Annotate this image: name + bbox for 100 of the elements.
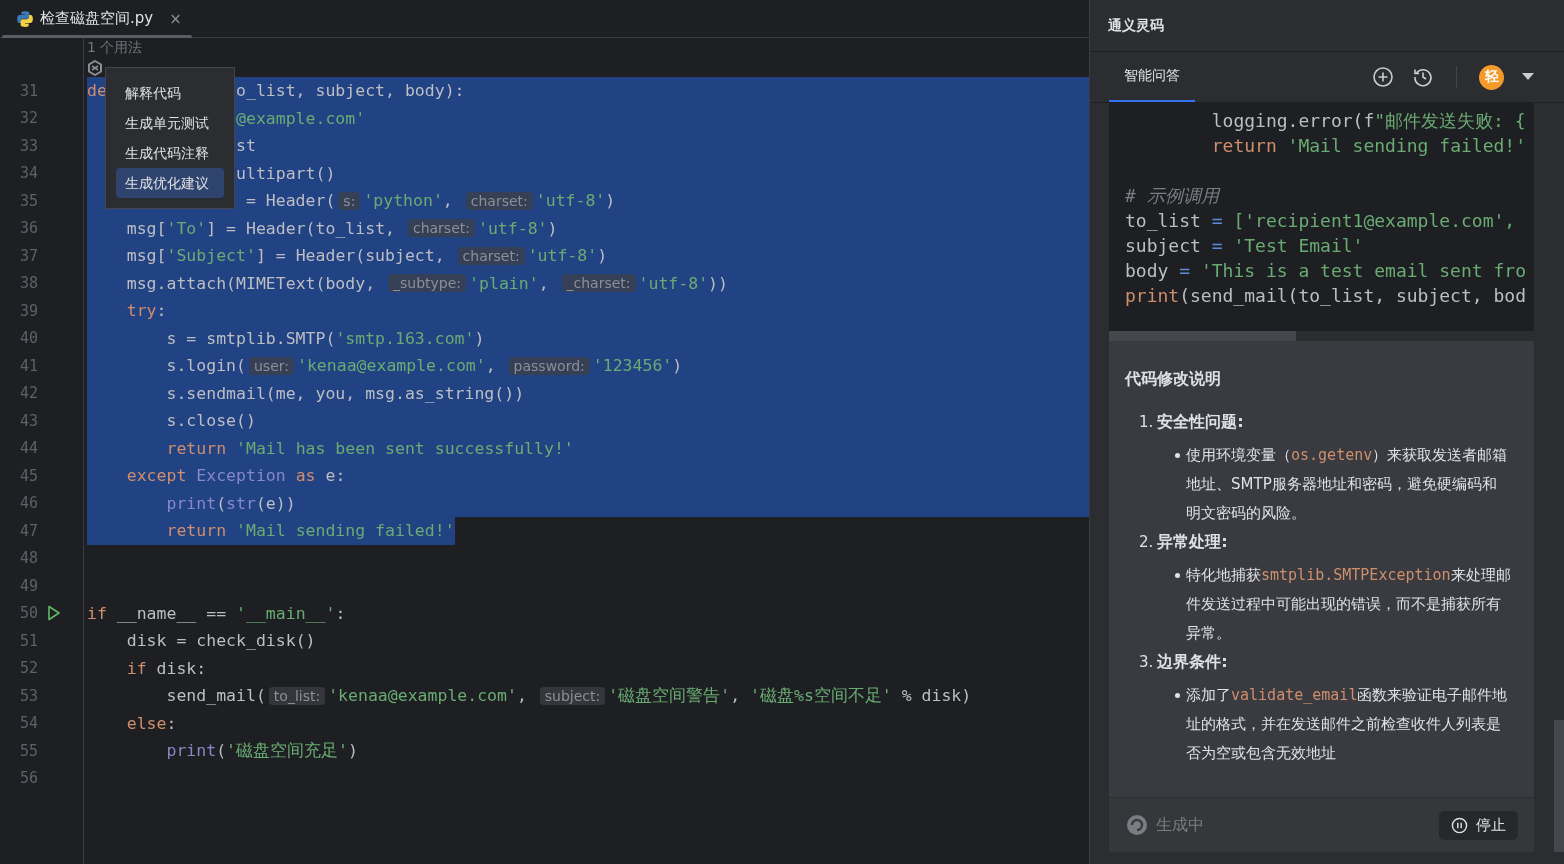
code-text: to_list xyxy=(1125,210,1202,231)
file-tab[interactable]: 检查磁盘空间.py × xyxy=(0,0,192,37)
line-number: 53 xyxy=(18,686,38,705)
line-number: 38 xyxy=(18,274,38,293)
line-number: 44 xyxy=(18,439,38,458)
line-number: 54 xyxy=(18,714,38,733)
ai-assistant-icon[interactable] xyxy=(87,59,103,76)
parameter-hint: charset: xyxy=(465,191,533,210)
keyword: as xyxy=(295,466,316,486)
code-text: o_list, subject, body): xyxy=(236,81,465,101)
line-number: 51 xyxy=(18,631,38,650)
code-text: msg[ xyxy=(126,246,167,266)
builtin-name: Exception xyxy=(196,466,286,486)
string-literal: 'utf-8' xyxy=(477,218,548,238)
keyword: return xyxy=(166,438,227,458)
new-chat-icon[interactable] xyxy=(1372,66,1394,88)
code-text: , xyxy=(442,191,454,211)
builtin-name: print xyxy=(166,741,217,761)
code-text: = Header( xyxy=(245,191,336,211)
code-text: ] = Header(subject, xyxy=(255,246,446,266)
caret-icon[interactable] xyxy=(1522,73,1534,81)
panel-title: 通义灵码 xyxy=(1108,16,1164,35)
string-literal: 'kenaa@example.com' xyxy=(297,356,486,376)
loading-icon xyxy=(1126,814,1148,836)
menu-item[interactable]: 生成代码注释 xyxy=(116,138,224,168)
keyword: else xyxy=(126,713,167,733)
line-number: 47 xyxy=(18,521,38,540)
code-text: s.login( xyxy=(166,356,246,376)
string-literal: '__main__' xyxy=(236,603,336,623)
keyword: try xyxy=(126,301,157,321)
code-text: msg[ xyxy=(126,218,167,238)
line-number: 43 xyxy=(18,411,38,430)
parameter-hint: subject: xyxy=(539,686,606,705)
string-literal: '123456' xyxy=(592,356,673,376)
list-heading: 异常处理: xyxy=(1157,532,1228,553)
string-literal: 'Mail sending failed!' xyxy=(1287,135,1526,156)
line-number: 48 xyxy=(18,549,38,568)
line-number: 39 xyxy=(18,301,38,320)
string-literal: 'Test Email' xyxy=(1233,235,1364,256)
keyword: print xyxy=(1125,285,1180,306)
code-text: ] = Header(to_list, xyxy=(206,218,396,238)
string-literal: @example.com' xyxy=(236,108,366,128)
line-number: 34 xyxy=(18,164,38,183)
keyword: except xyxy=(126,466,187,486)
parameter-hint: user: xyxy=(248,356,294,375)
code-text: disk: xyxy=(156,658,207,678)
string-literal: '磁盘空间警告' xyxy=(608,684,731,707)
list-heading: 边界条件: xyxy=(1157,652,1228,673)
code-text: , xyxy=(516,686,528,706)
string-literal: ['recipient1@example.com', xyxy=(1233,210,1516,231)
line-number: 49 xyxy=(18,576,38,595)
menu-item[interactable]: 解释代码 xyxy=(116,78,224,108)
run-icon[interactable] xyxy=(47,605,61,622)
code-text: % disk) xyxy=(901,686,972,706)
code-text: ) xyxy=(347,741,358,761)
keyword: if xyxy=(87,603,107,623)
code-text: = xyxy=(1211,235,1223,256)
usages-hint[interactable]: 1 个用法 xyxy=(87,39,143,55)
bullet-text: 添加了validate_email函数来验证电子邮件地址的格式，并在发送邮件之前检查收件人列表是否为空或包含无效地址 xyxy=(1186,685,1509,764)
string-literal: 'python' xyxy=(363,191,443,211)
code-text: ) xyxy=(474,328,485,348)
list-number: 1. xyxy=(1139,413,1154,431)
string-literal: 'utf-8' xyxy=(638,273,709,293)
code-text: body xyxy=(1125,260,1170,281)
string-literal: 'kenaa@example.com' xyxy=(328,686,517,706)
menu-item[interactable]: 生成单元测试 xyxy=(116,108,224,138)
line-number: 36 xyxy=(18,219,38,238)
bullet-icon xyxy=(1175,573,1180,578)
code-text: disk = check_disk() xyxy=(126,631,316,651)
menu-item[interactable]: 生成优化建议 xyxy=(116,168,224,198)
code-text: s.close() xyxy=(166,411,256,431)
string-literal: 'To' xyxy=(166,218,207,238)
code-text: s = smtplib.SMTP( xyxy=(166,328,336,348)
string-literal: 'Mail has been sent successfully!' xyxy=(236,438,574,458)
code-text: msg.attach(MIMEText(body, xyxy=(126,273,377,293)
horizontal-scrollbar[interactable] xyxy=(1109,331,1296,341)
list-number: 3. xyxy=(1139,653,1154,671)
string-literal: "邮件发送失败: { xyxy=(1374,110,1526,131)
parameter-hint: charset: xyxy=(407,219,475,238)
parameter-hint: _charset: xyxy=(561,274,636,293)
code-text: ) xyxy=(605,191,616,211)
vertical-scrollbar[interactable] xyxy=(1554,720,1564,852)
code-text: st xyxy=(236,136,256,156)
line-number: 41 xyxy=(18,356,38,375)
string-literal: 'plain' xyxy=(469,273,539,293)
close-tab-button[interactable]: × xyxy=(169,9,182,28)
list-number: 2. xyxy=(1139,533,1154,551)
parameter-hint: _subtype: xyxy=(388,274,467,293)
stop-button[interactable]: 停止 xyxy=(1439,810,1518,840)
code-text: : xyxy=(335,603,346,623)
code-text: ) xyxy=(597,246,608,266)
line-number: 37 xyxy=(18,246,38,265)
code-text: __name__ == xyxy=(116,603,228,623)
status-text: 生成中 xyxy=(1156,814,1204,836)
line-number: 42 xyxy=(18,384,38,403)
code-comment: # 示例调用 xyxy=(1125,185,1219,206)
keyword: return xyxy=(166,521,227,541)
string-literal: 'Mail sending failed!' xyxy=(236,521,455,541)
history-icon[interactable] xyxy=(1412,66,1434,88)
keyword: return xyxy=(1211,135,1277,156)
